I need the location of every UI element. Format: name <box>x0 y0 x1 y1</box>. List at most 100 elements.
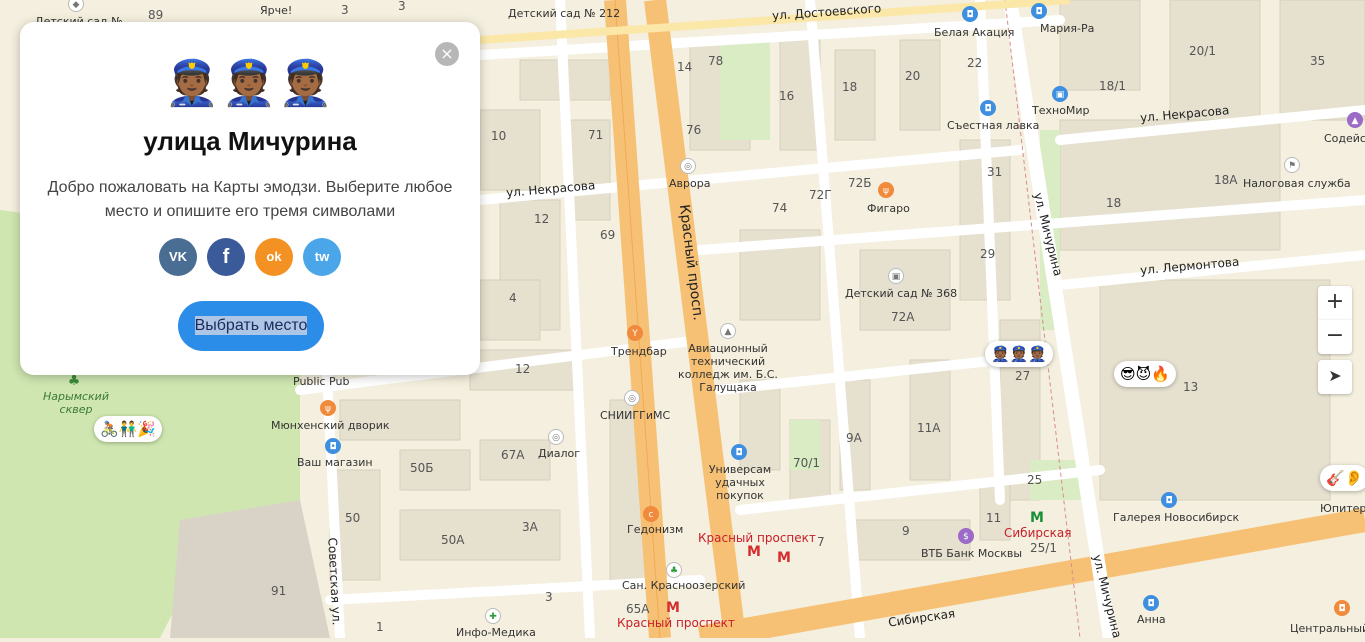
house-number: 3 <box>398 0 406 13</box>
place-label[interactable]: Трендбар <box>611 345 667 358</box>
bank-icon[interactable]: $ <box>958 528 974 544</box>
restaurant-icon[interactable]: ψ <box>878 182 894 198</box>
place-label[interactable]: Галерея Новосибирск <box>1113 511 1239 524</box>
house-number: 50Б <box>410 461 434 475</box>
house-number: 18/1 <box>1099 79 1126 93</box>
place-label[interactable]: ВТБ Банк Москвы <box>921 547 1022 560</box>
house-number: 9 <box>902 524 910 538</box>
place-label[interactable]: Юпитер <box>1320 502 1365 515</box>
welcome-card: × 👮🏾👮🏾👮🏾 улица Мичурина Добро пожаловать… <box>20 22 480 375</box>
zoom-in-button[interactable]: + <box>1318 286 1352 320</box>
house-number: 10 <box>491 129 507 143</box>
house-number: 72Г <box>809 188 832 202</box>
house-number: 72Б <box>848 176 872 190</box>
dialog-icon[interactable]: ◎ <box>548 429 564 445</box>
emoji-pin[interactable]: 👮🏾👮🏾👮🏾 <box>985 341 1054 367</box>
place-label[interactable]: Центральный <box>1290 622 1365 635</box>
place-label[interactable]: Детский сад № 368 <box>845 287 957 300</box>
house-number: 25 <box>1027 473 1043 487</box>
house-number: 18 <box>842 80 858 94</box>
place-label[interactable]: Мюнхенский дворик <box>271 419 390 432</box>
house-number: 50А <box>441 533 465 547</box>
shop-icon[interactable]: ◘ <box>325 438 341 454</box>
house-number: 65А <box>626 602 650 616</box>
place-label[interactable]: Диалог <box>538 447 580 460</box>
school-icon[interactable]: ▣ <box>888 268 904 284</box>
metro-icon[interactable]: M <box>777 550 791 566</box>
odnoklassniki-share-button[interactable]: ok <box>255 238 293 276</box>
twitter-share-button[interactable]: tw <box>303 238 341 276</box>
house-number: 7 <box>817 535 825 549</box>
place-label[interactable]: Налоговая служба <box>1243 177 1351 190</box>
place-label[interactable]: Детский сад № 212 <box>508 7 620 20</box>
metro-icon[interactable]: M <box>747 544 761 560</box>
metro-icon[interactable]: M <box>666 600 680 616</box>
metro-icon[interactable]: M <box>1030 510 1044 526</box>
place-label[interactable]: Гедонизм <box>627 523 683 536</box>
shop-icon[interactable]: ◘ <box>1031 3 1047 19</box>
school-icon[interactable]: ◎ <box>680 158 696 174</box>
cafe-icon[interactable]: c <box>643 506 659 522</box>
place-label[interactable]: Ярче! <box>260 4 292 17</box>
place-label-park[interactable]: Нарымский сквер <box>36 390 116 416</box>
vk-share-button[interactable]: VK <box>159 238 197 276</box>
locate-button[interactable]: ➤ <box>1318 360 1352 394</box>
place-label[interactable]: Содейств <box>1324 132 1365 145</box>
medical-icon[interactable]: ✚ <box>485 608 501 624</box>
beauty-icon[interactable]: ◘ <box>1143 595 1159 611</box>
emoji-pin[interactable]: 😎😈🔥 <box>1114 361 1176 387</box>
house-number: 69 <box>600 228 616 242</box>
facebook-share-button[interactable]: f <box>207 238 245 276</box>
place-label[interactable]: Инфо-Медика <box>456 626 536 639</box>
place-label[interactable]: Мария-Ра <box>1040 22 1094 35</box>
house-number: 70/1 <box>793 456 820 470</box>
place-label[interactable]: ТехноМир <box>1032 104 1090 117</box>
flag-icon[interactable]: ⚑ <box>1284 157 1300 173</box>
house-number: 3А <box>522 520 538 534</box>
house-number: 18А <box>1214 173 1238 187</box>
bar-icon[interactable]: Y <box>627 325 643 341</box>
place-label[interactable]: Ваш магазин <box>297 456 373 469</box>
place-label[interactable]: Универсам удачных покупок <box>690 463 790 502</box>
house-number: 3 <box>545 590 553 604</box>
house-number: 18 <box>1106 196 1122 210</box>
place-label[interactable]: Фигаро <box>867 202 910 215</box>
research-icon[interactable]: ◎ <box>624 390 640 406</box>
house-number: 89 <box>148 8 164 22</box>
place-label[interactable]: СНИИГГиМС <box>600 409 670 422</box>
house-number: 22 <box>967 56 983 70</box>
emoji-pin[interactable]: 🚴🏽👬🎉 <box>94 416 163 442</box>
house-number: 11 <box>986 511 1002 525</box>
house-number: 20/1 <box>1189 44 1216 58</box>
shop-icon[interactable]: ◘ <box>962 6 978 22</box>
metro-label[interactable]: Сибирская <box>1004 527 1071 540</box>
place-label[interactable]: Public Pub <box>293 375 349 388</box>
emoji-pin[interactable]: 🎸👂 <box>1320 465 1365 491</box>
house-number: 9А <box>846 431 862 445</box>
house-number: 76 <box>686 123 702 137</box>
shop-icon[interactable]: ◘ <box>731 444 747 460</box>
place-label[interactable]: Аврора <box>669 177 710 190</box>
shop-icon[interactable]: ◘ <box>1161 492 1177 508</box>
shop-icon[interactable]: ◘ <box>1334 600 1350 616</box>
place-label[interactable]: Сан. Красноозерский <box>622 579 745 592</box>
college-icon[interactable]: ▲ <box>720 323 736 339</box>
metro-label[interactable]: Красный проспект <box>617 617 735 630</box>
house-number: 12 <box>534 212 550 226</box>
place-label[interactable]: Анна <box>1137 613 1166 626</box>
electronics-icon[interactable]: ▣ <box>1052 86 1068 102</box>
house-number: 67А <box>501 448 525 462</box>
place-label[interactable]: Белая Акация <box>934 26 1014 39</box>
gov-icon[interactable]: ▲ <box>1347 112 1363 128</box>
place-label[interactable]: Авиационный технический колледж им. Б.С.… <box>668 342 788 394</box>
sanatorium-icon[interactable]: ♣ <box>666 562 682 578</box>
shop-icon[interactable]: ◘ <box>980 100 996 116</box>
zoom-out-button[interactable]: − <box>1318 320 1352 354</box>
restaurant-icon[interactable]: ψ <box>320 400 336 416</box>
choose-place-label: Выбрать место <box>194 316 308 335</box>
house-number: 12 <box>515 362 531 376</box>
choose-place-button[interactable]: Выбрать место <box>178 301 324 351</box>
house-number: 13 <box>1183 380 1199 394</box>
place-label[interactable]: Съестная лавка <box>947 119 1039 132</box>
house-number: 91 <box>271 584 287 598</box>
